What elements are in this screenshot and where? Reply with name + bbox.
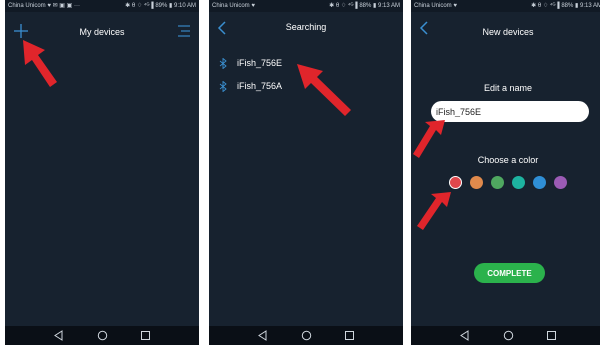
nav-back-icon[interactable] bbox=[257, 330, 268, 341]
complete-button[interactable]: COMPLETE bbox=[474, 263, 545, 283]
status-right: ✱ θ ♢ ⁴ᴳ▐ 88% ▮ 9:13 AM bbox=[531, 3, 600, 9]
red-arrow-annotation bbox=[297, 64, 351, 116]
menu-icon[interactable] bbox=[177, 24, 191, 38]
page-title: Searching bbox=[285, 22, 327, 32]
page-title: My devices bbox=[79, 27, 125, 37]
nav-recent-icon[interactable] bbox=[344, 330, 355, 341]
status-carrier: China Unicom ♥ bbox=[212, 3, 255, 9]
page-title: New devices bbox=[482, 27, 534, 37]
red-arrow-annotation bbox=[23, 40, 57, 87]
status-bar: China Unicom ♥ ✱ θ ♢ ⁴ᴳ▐ 88% ▮ 9:13 AM bbox=[209, 0, 403, 12]
nav-home-icon[interactable] bbox=[97, 330, 108, 341]
status-bar: China Unicom ♥ ✉ ▣ ▣ ··· ✱ θ ♢ ⁴ᴳ▐ 89% ▮… bbox=[5, 0, 199, 12]
nav-recent-icon[interactable] bbox=[546, 330, 557, 341]
color-swatch[interactable] bbox=[491, 176, 504, 189]
nav-recent-icon[interactable] bbox=[140, 330, 151, 341]
device-name: iFish_756A bbox=[237, 81, 283, 91]
color-swatch[interactable] bbox=[533, 176, 546, 189]
color-swatch[interactable] bbox=[470, 176, 483, 189]
status-carrier: China Unicom ♥ bbox=[414, 3, 457, 9]
red-arrow-annotation bbox=[417, 192, 451, 230]
screen-my-devices: China Unicom ♥ ✉ ▣ ▣ ··· ✱ θ ♢ ⁴ᴳ▐ 89% ▮… bbox=[5, 0, 199, 345]
android-nav-bar bbox=[209, 326, 403, 345]
color-swatch[interactable] bbox=[512, 176, 525, 189]
status-right: ✱ θ ♢ ⁴ᴳ▐ 88% ▮ 9:13 AM bbox=[329, 3, 400, 9]
device-list-item[interactable]: iFish_756A bbox=[219, 77, 282, 95]
status-bar: China Unicom ♥ ✱ θ ♢ ⁴ᴳ▐ 88% ▮ 9:13 AM bbox=[411, 0, 600, 12]
bluetooth-icon bbox=[219, 58, 227, 70]
status-carrier: China Unicom ♥ ✉ ▣ ▣ ··· bbox=[8, 3, 80, 9]
color-swatch[interactable] bbox=[554, 176, 567, 189]
edit-name-label: Edit a name bbox=[483, 83, 533, 93]
android-nav-bar bbox=[411, 326, 600, 345]
nav-back-icon[interactable] bbox=[53, 330, 64, 341]
bluetooth-icon bbox=[219, 81, 227, 93]
nav-back-icon[interactable] bbox=[459, 330, 470, 341]
device-name: iFish_756E bbox=[237, 58, 283, 68]
choose-color-label: Choose a color bbox=[477, 155, 539, 165]
screen-new-devices: China Unicom ♥ ✱ θ ♢ ⁴ᴳ▐ 88% ▮ 9:13 AM N… bbox=[411, 0, 600, 345]
device-name-input[interactable] bbox=[431, 101, 589, 122]
nav-home-icon[interactable] bbox=[301, 330, 312, 341]
android-nav-bar bbox=[5, 326, 199, 345]
nav-home-icon[interactable] bbox=[503, 330, 514, 341]
status-right: ✱ θ ♢ ⁴ᴳ▐ 89% ▮ 9:10 AM bbox=[125, 3, 196, 9]
color-picker bbox=[449, 176, 573, 190]
device-list-item[interactable]: iFish_756E bbox=[219, 54, 282, 72]
color-swatch[interactable] bbox=[449, 176, 462, 189]
screen-searching: China Unicom ♥ ✱ θ ♢ ⁴ᴳ▐ 88% ▮ 9:13 AM S… bbox=[209, 0, 403, 345]
